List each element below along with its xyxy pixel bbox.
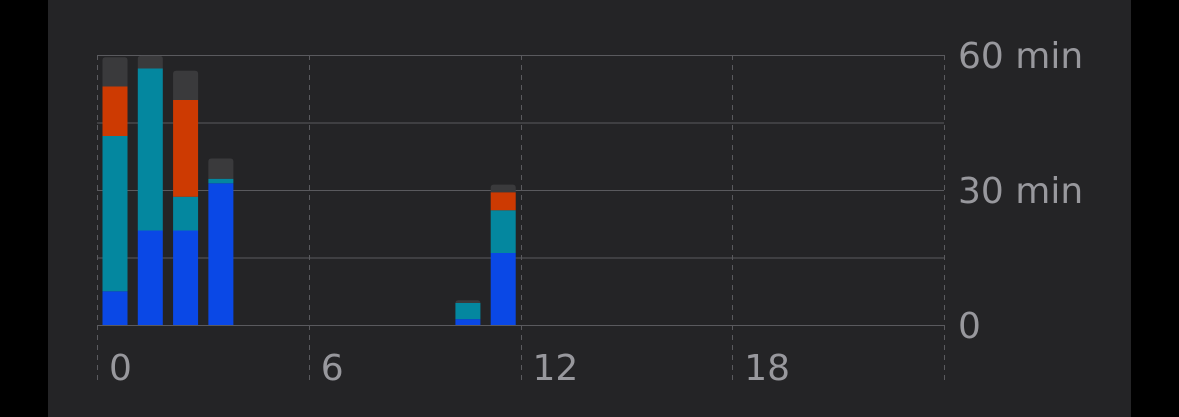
stacked-bar-chart: 60 min 30 min 0 0 6 12 18 xyxy=(97,36,1083,389)
bar-segment xyxy=(208,178,234,184)
y-tick-label: 0 xyxy=(958,306,981,347)
x-tick-label: 18 xyxy=(744,348,790,389)
bar-segment xyxy=(173,230,199,325)
x-tick-label: 6 xyxy=(321,348,344,389)
bar-segment xyxy=(490,253,516,325)
bar-segment xyxy=(173,196,199,231)
bar-segment xyxy=(137,68,163,231)
bar-segment xyxy=(490,210,516,253)
y-tick-label: 30 min xyxy=(958,171,1083,212)
bar-segment xyxy=(137,55,163,69)
bar-segment xyxy=(137,230,163,325)
bar-segment xyxy=(455,300,481,304)
bar-segment xyxy=(102,136,128,292)
x-tick-label: 12 xyxy=(533,348,579,389)
bar-segment xyxy=(173,100,199,197)
x-tick-label: 0 xyxy=(109,348,132,389)
bar-segment xyxy=(455,319,481,325)
y-tick-label: 60 min xyxy=(958,36,1083,77)
bar-segment xyxy=(490,184,516,193)
bar-segment xyxy=(490,192,516,211)
bar-segment xyxy=(455,302,481,320)
bar-segment xyxy=(173,70,199,100)
bar-segment xyxy=(102,57,128,87)
bar-segment xyxy=(208,183,234,325)
bar-segment xyxy=(102,86,128,136)
bar-segment xyxy=(208,158,234,179)
bar-segment xyxy=(102,291,128,325)
